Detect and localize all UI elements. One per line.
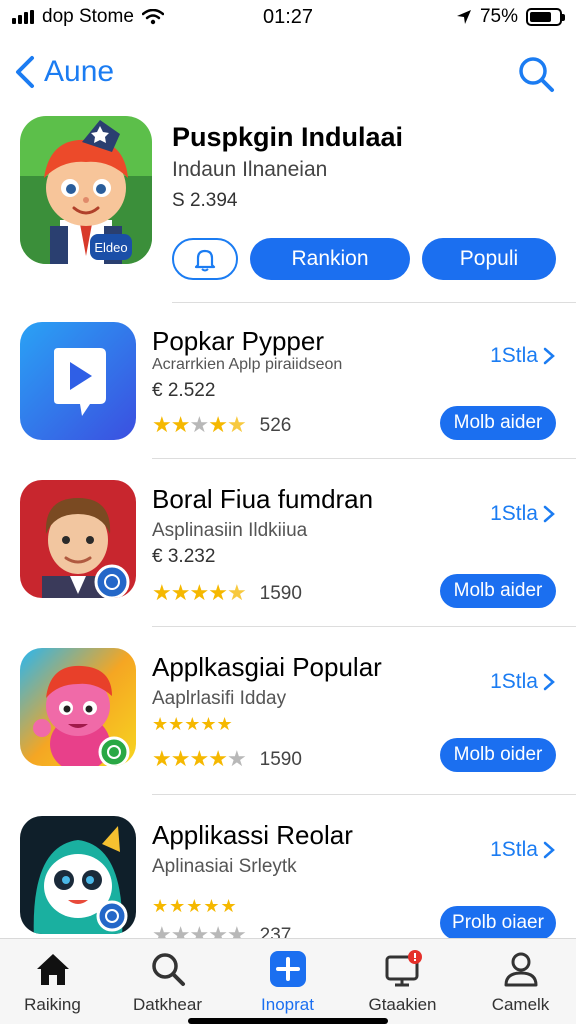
rating-stars: ★★★★★ 1590 [152, 582, 302, 605]
pink-character-icon[interactable] [20, 648, 136, 766]
star-icon: ★ [152, 746, 172, 771]
star-icon: ★ [189, 746, 209, 771]
chevron-right-icon [543, 505, 555, 523]
divider [152, 794, 576, 795]
bell-icon [194, 249, 216, 272]
app-name: Applikassi Reolar [152, 820, 353, 850]
tab-label: Raiking [24, 995, 81, 1014]
featured-app-title: Puspkgin Indulaai [172, 122, 404, 152]
app-action-button[interactable]: Molb aider [440, 406, 556, 440]
divider [152, 458, 576, 459]
divider [172, 302, 576, 303]
app-price: € 2.522 [152, 380, 216, 401]
rating-stars: ★★★★★ 1590 [152, 748, 302, 771]
chevron-left-icon [16, 56, 34, 88]
tab-account[interactable]: Camelk [463, 949, 576, 1015]
rank-label: 1Stla [490, 670, 538, 693]
app-category: Acrarrkien Aplp piraiidseon [152, 356, 343, 373]
app-price: ★★★★★ [152, 714, 233, 734]
rank-link[interactable]: 1Stla [490, 670, 556, 694]
play-icon[interactable] [20, 322, 136, 440]
star-icon: ★ [170, 580, 191, 605]
app-category: Aaplrlasifi Idday [152, 688, 287, 709]
rating-count: 1590 [259, 582, 302, 604]
back-button[interactable]: Aune [10, 52, 114, 92]
battery-fill [530, 12, 551, 22]
nav-bar: Aune [0, 48, 576, 100]
plus-icon [269, 951, 306, 987]
app-category: Asplinasiin Ildkiiua [152, 520, 308, 541]
rating-count: 1590 [259, 748, 302, 770]
app-row[interactable]: Boral Fiua fumdran Asplinasiin Ildkiiua … [0, 480, 576, 646]
tab-updates[interactable]: Gtaakien [345, 949, 460, 1015]
notify-button[interactable] [172, 238, 238, 280]
rating-count: 526 [259, 414, 292, 436]
star-icon: ★ [189, 412, 209, 437]
rating-stars: ★★★★★ 526 [152, 414, 291, 437]
featured-app-price: S 2.394 [172, 190, 238, 211]
featured-app: Eldeo Puspkgin Indulaai Indaun Ilnaneian… [0, 116, 576, 303]
popular-button[interactable]: Populi [422, 238, 556, 280]
home-icon [36, 954, 69, 985]
star-icon: ★ [226, 580, 247, 605]
featured-app-icon[interactable]: Eldeo [20, 116, 152, 264]
boy-character-icon[interactable] [20, 480, 136, 598]
app-price: ★★★★★ [152, 896, 238, 916]
chevron-right-icon [543, 673, 555, 691]
app-name: Applkasgiai Popular [152, 652, 382, 682]
tab-label: Gtaakien [368, 995, 437, 1014]
app-row[interactable]: Applkasgiai Popular Aaplrlasifi Idday ★★… [0, 648, 576, 814]
rank-link[interactable]: 1Stla [490, 838, 556, 862]
star-icon: ★ [208, 746, 228, 771]
app-row[interactable]: Popkar Pypper Acrarrkien Aplp piraiidseo… [0, 322, 576, 488]
app-price: € 3.232 [152, 546, 216, 567]
rank-label: 1Stla [490, 502, 538, 525]
back-label: Aune [44, 55, 115, 88]
featured-app-badge: Eldeo [94, 240, 127, 255]
chevron-right-icon [543, 841, 555, 859]
ranking-button[interactable]: Rankion [250, 238, 410, 280]
divider [152, 626, 576, 627]
star-icon: ★ [208, 580, 228, 605]
star-icon: ★ [189, 580, 209, 605]
app-category: Aplinasiai Srleytk [152, 856, 297, 877]
person-icon [504, 952, 537, 987]
star-icon: ★ [170, 746, 191, 771]
rank-link[interactable]: 1Stla [490, 502, 556, 526]
app-action-button[interactable]: Molb aider [440, 574, 556, 608]
monitor-icon [385, 950, 422, 987]
rank-link[interactable]: 1Stla [490, 344, 556, 368]
tab-label: Datkhear [133, 995, 202, 1014]
app-name: Popkar Pypper [152, 326, 324, 356]
app-action-button[interactable]: Molb oider [440, 738, 556, 772]
battery-percent: 75% [479, 6, 518, 27]
tab-bar: Raiking Datkhear Inoprat Gtaakien Camelk [0, 938, 576, 1024]
tab-label: Camelk [491, 995, 550, 1014]
star-icon: ★ [152, 412, 172, 437]
panda-character-icon[interactable] [20, 816, 136, 934]
battery-icon [526, 8, 565, 26]
star-icon: ★ [170, 412, 191, 437]
search-icon[interactable] [516, 54, 556, 94]
star-icon: ★ [152, 580, 172, 605]
search-icon [151, 953, 185, 986]
rank-label: 1Stla [490, 838, 538, 861]
star-icon: ★ [208, 412, 228, 437]
chevron-right-icon [543, 347, 555, 365]
star-icon: ★ [226, 412, 247, 437]
rank-label: 1Stla [490, 344, 538, 367]
app-action-button[interactable]: Prolb oiaer [440, 906, 556, 940]
home-indicator [188, 1018, 388, 1024]
app-name: Boral Fiua fumdran [152, 484, 374, 514]
tab-ranking[interactable]: Raiking [0, 949, 110, 1015]
tab-search[interactable]: Datkhear [110, 949, 225, 1015]
tab-import[interactable]: Inoprat [230, 949, 345, 1015]
tab-label: Inoprat [261, 995, 314, 1014]
status-bar: dop Stome 01:27 75% [0, 0, 576, 34]
featured-app-subtitle: Indaun Ilnaneian [172, 158, 328, 181]
star-icon: ★ [226, 746, 247, 771]
location-arrow-icon [456, 10, 471, 24]
